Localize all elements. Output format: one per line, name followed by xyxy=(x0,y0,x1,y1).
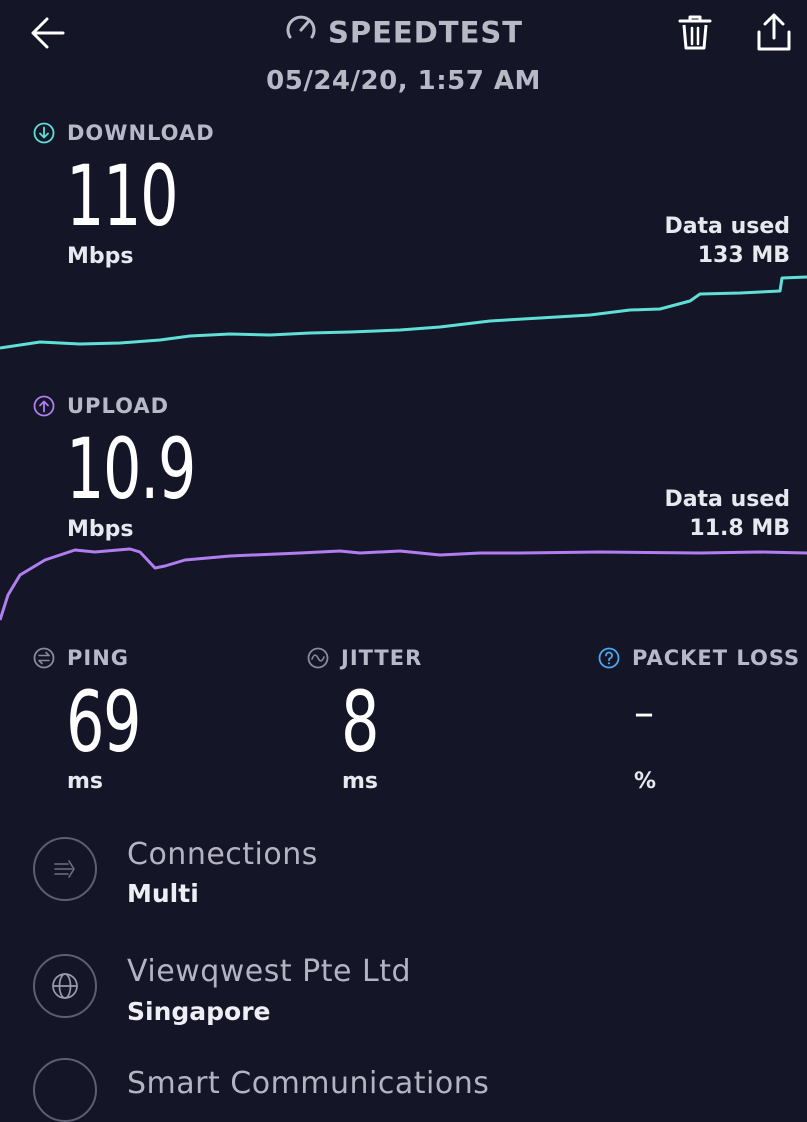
connections-icon xyxy=(54,860,75,878)
globe-icon xyxy=(52,973,78,999)
ping-unit: ms xyxy=(67,769,104,794)
server-provider: Viewqwest Pte Ltd xyxy=(127,954,412,989)
download-unit: Mbps xyxy=(67,244,134,269)
jitter-label: JITTER xyxy=(307,646,422,670)
test-datetime: 05/24/20, 1:57 AM xyxy=(266,66,541,96)
connections-title: Connections xyxy=(127,837,318,872)
connections-icon-circle xyxy=(33,837,97,901)
upload-value: 10.9 xyxy=(66,420,196,518)
download-arrow-icon xyxy=(33,122,55,144)
download-graph xyxy=(0,275,807,350)
jitter-icon xyxy=(307,647,329,669)
delete-button[interactable] xyxy=(677,14,713,52)
server-location: Singapore xyxy=(127,997,271,1026)
ping-icon xyxy=(33,647,55,669)
jitter-unit: ms xyxy=(342,769,379,794)
download-data-used-label: Data used xyxy=(664,214,790,239)
packet-loss-unit: % xyxy=(634,769,657,794)
network-icon-circle xyxy=(33,1058,97,1122)
speedometer-icon xyxy=(284,11,318,52)
share-icon xyxy=(757,13,791,51)
trash-icon xyxy=(678,15,712,50)
upload-label: UPLOAD xyxy=(33,394,169,418)
ping-value: 69 xyxy=(66,673,142,771)
upload-data-used-label: Data used xyxy=(664,487,790,512)
share-button[interactable] xyxy=(755,12,793,52)
download-label: DOWNLOAD xyxy=(33,121,215,145)
packet-loss-value: – xyxy=(634,690,654,736)
network-provider: Smart Communications xyxy=(127,1066,490,1101)
upload-graph xyxy=(0,547,807,621)
server-icon-circle xyxy=(33,954,97,1018)
download-data-used: Data used 133 MB xyxy=(664,212,790,270)
upload-unit: Mbps xyxy=(67,517,134,542)
download-speed-line xyxy=(0,275,807,350)
help-icon xyxy=(598,647,620,669)
download-data-used-value: 133 MB xyxy=(697,243,790,269)
app-title-text: SPEEDTEST xyxy=(327,15,524,50)
jitter-value: 8 xyxy=(341,673,379,771)
upload-data-used-value: 11.8 MB xyxy=(689,516,790,542)
upload-speed-line xyxy=(0,547,807,621)
connections-value: Multi xyxy=(127,879,199,908)
upload-arrow-icon xyxy=(33,395,55,417)
packet-loss-label[interactable]: PACKET LOSS xyxy=(598,646,800,670)
ping-label: PING xyxy=(33,646,129,670)
upload-data-used: Data used 11.8 MB xyxy=(664,485,790,543)
download-value: 110 xyxy=(66,147,179,245)
